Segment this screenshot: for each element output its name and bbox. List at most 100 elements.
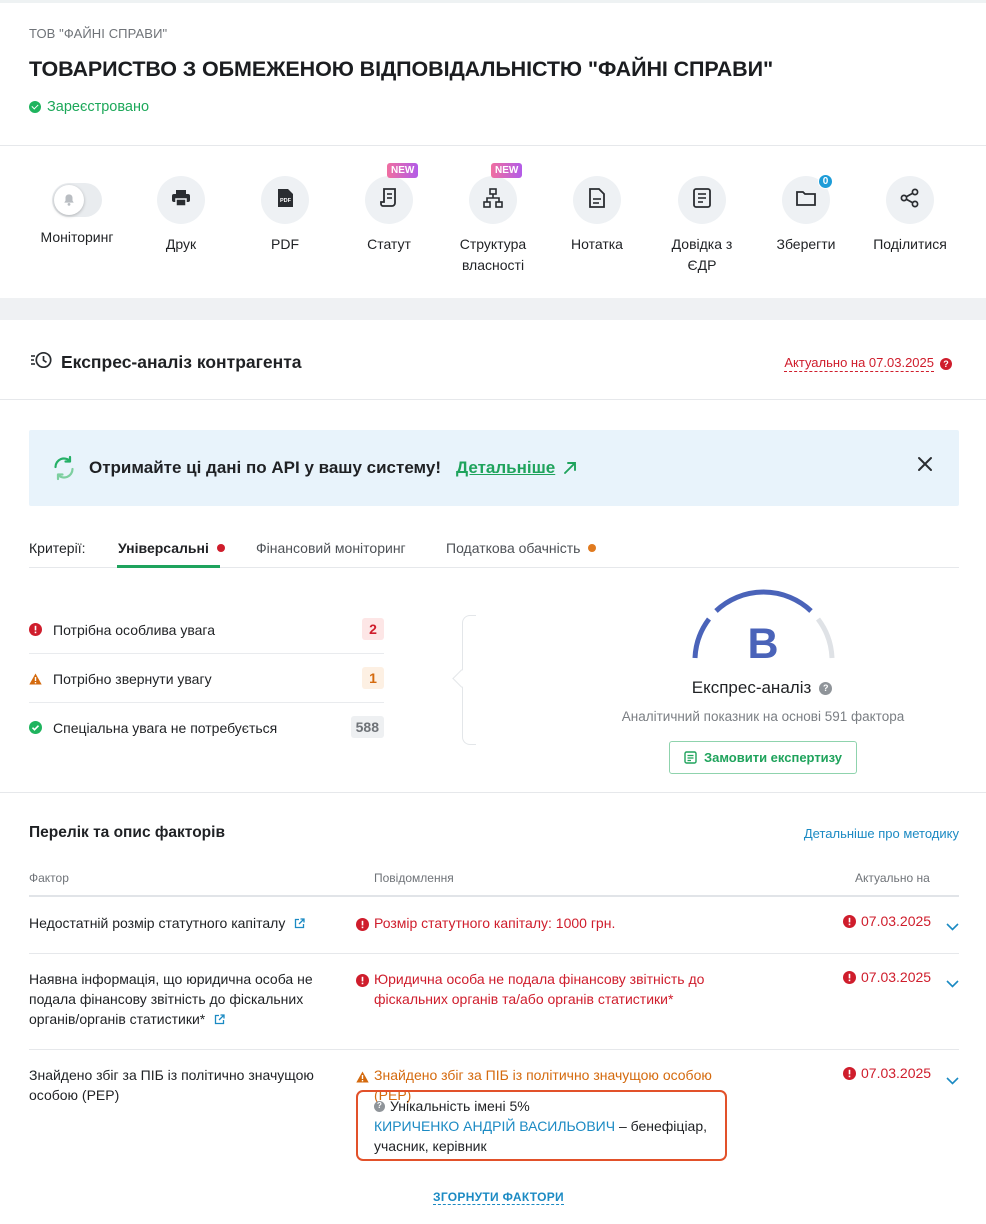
tab-label: Податкова обачність [446, 540, 581, 556]
action-label: Нотатка [571, 236, 623, 252]
column-header-factor: Фактор [29, 871, 69, 885]
criteria-label: Спеціальна увага не потребується [53, 719, 278, 736]
chevron-down-icon[interactable] [946, 975, 959, 993]
alert-circle-icon [843, 970, 856, 984]
criteria-row-green[interactable]: Спеціальна увага не потребується 588 [29, 703, 384, 752]
note-button[interactable]: Нотатка [537, 176, 657, 255]
statute-button[interactable]: NEW Статут [329, 163, 449, 255]
bell-icon [54, 185, 84, 215]
action-label: Статут [367, 236, 411, 252]
chevron-down-icon[interactable] [946, 1072, 959, 1090]
warning-triangle-icon [29, 672, 42, 685]
table-header-line [29, 895, 959, 897]
action-label: Моніторинг [40, 229, 114, 245]
external-link-icon[interactable] [214, 1010, 225, 1030]
criteria-label: Потрібно звернути увагу [53, 670, 212, 687]
alert-circle-icon [356, 972, 369, 1009]
new-badge: NEW [387, 163, 419, 178]
column-header-date: Актуально на [855, 871, 930, 885]
api-details-link[interactable]: Детальніше [456, 458, 577, 478]
edr-certificate-button[interactable]: Довідка з ЄДР [641, 176, 763, 276]
methodology-link[interactable]: Детальніше про методику [804, 826, 959, 841]
criteria-tabs: Критерії: Універсальні Фінансовий моніто… [29, 530, 959, 568]
factor-label: Недостатній розмір статутного капіталу [29, 915, 286, 931]
help-icon[interactable]: ? [374, 1100, 385, 1112]
action-label: PDF [271, 236, 299, 252]
criteria-count: 2 [362, 618, 384, 640]
tab-financial-monitoring[interactable]: Фінансовий моніторинг [256, 540, 406, 556]
express-analysis-header: Експрес-аналіз контрагента [30, 350, 302, 375]
monitoring-toggle[interactable]: Моніторинг [17, 176, 137, 248]
scroll-icon [380, 187, 398, 213]
factor-message: Розмір статутного капіталу: 1000 грн. [356, 913, 746, 936]
factor-label: Наявна інформація, що юридична особа не … [29, 971, 313, 1027]
express-analysis-label: Експрес-аналіз [691, 678, 812, 697]
close-icon[interactable] [917, 456, 933, 477]
row-divider [29, 953, 959, 954]
save-button[interactable]: 0 Зберегти [746, 174, 866, 255]
express-analysis-name: Експрес-аналіз ? [612, 678, 912, 698]
criteria-label: Потрібна особлива увага [53, 621, 215, 638]
pep-person-link[interactable]: КИРИЧЕНКО АНДРІЙ ВАСИЛЬОВИЧ [374, 1118, 615, 1134]
chevron-down-icon[interactable] [946, 918, 959, 936]
factor-date: 07.03.2025 [843, 913, 931, 929]
action-toolbar: Моніторинг Друк PDF PDF NEW Статут NEW С… [0, 146, 986, 298]
tab-label: Універсальні [118, 540, 209, 556]
alert-circle-icon [843, 1066, 856, 1080]
factor-message-text: Юридична особа не подала фінансову звітн… [374, 971, 705, 1007]
toggle-switch[interactable] [52, 183, 102, 217]
api-details-label[interactable]: Детальніше [456, 458, 555, 478]
check-circle-icon [29, 101, 41, 113]
status-text: Зареєстровано [47, 99, 150, 115]
alert-dot [216, 544, 225, 552]
arrow-up-right-icon [563, 461, 577, 475]
pdf-button[interactable]: PDF PDF [225, 176, 345, 255]
section-spacer [0, 298, 986, 320]
factor-date: 07.03.2025 [843, 969, 931, 985]
factor-name: Наявна інформація, що юридична особа не … [29, 969, 334, 1030]
action-label: Поділитися [873, 236, 947, 252]
factor-date-text: 07.03.2025 [861, 913, 932, 929]
criteria-label: Критерії: [29, 540, 86, 556]
status-badge: Зареєстровано [29, 99, 149, 115]
top-border [0, 0, 986, 3]
factor-date: 07.03.2025 [843, 1065, 931, 1081]
column-header-message: Повідомлення [374, 871, 454, 885]
help-icon[interactable]: ? [940, 357, 952, 370]
tab-label: Фінансовий моніторинг [256, 540, 406, 556]
actual-date-link[interactable]: Актуально на 07.03.2025 ? [784, 355, 952, 372]
company-short-name: ТОВ "ФАЙНІ СПРАВИ" [29, 26, 168, 41]
share-button[interactable]: Поділитися [850, 176, 970, 255]
print-button[interactable]: Друк [121, 176, 241, 255]
actual-date-text[interactable]: Актуально на 07.03.2025 [784, 355, 934, 372]
api-banner-text: Отримайте ці дані по API у вашу систему! [89, 458, 442, 477]
express-analysis-subtitle: Аналітичний показник на основі 591 факто… [621, 709, 905, 724]
order-expertise-button[interactable]: Замовити експертизу [669, 741, 857, 774]
page-title: ТОВАРИСТВО З ОБМЕЖЕНОЮ ВІДПОВІДАЛЬНІСТЮ … [29, 57, 774, 81]
factors-title: Перелік та опис факторів [29, 824, 225, 841]
help-icon[interactable]: ? [819, 681, 833, 695]
factor-date-text: 07.03.2025 [861, 969, 932, 985]
factor-name: Недостатній розмір статутного капіталу [29, 913, 334, 934]
criteria-count: 588 [350, 716, 384, 738]
tab-universal[interactable]: Універсальні [118, 540, 225, 556]
new-badge: NEW [491, 163, 523, 178]
active-tab-indicator [117, 565, 220, 568]
pdf-icon: PDF [276, 188, 294, 213]
tab-tax-diligence[interactable]: Податкова обачність [446, 540, 597, 556]
external-link-icon[interactable] [294, 914, 305, 934]
criteria-row-orange[interactable]: Потрібно звернути увагу 1 [29, 654, 384, 703]
bracket-decoration [462, 615, 476, 745]
uniqueness-text: Унікальність імені 5% [390, 1098, 530, 1114]
criteria-row-red[interactable]: Потрібна особлива увага 2 [29, 605, 384, 654]
ownership-structure-button[interactable]: NEW Структура власності [433, 163, 553, 276]
collapse-factors-link[interactable]: ЗГОРНУТИ ФАКТОРИ [433, 1190, 564, 1205]
grade-letter: B [747, 620, 779, 668]
action-label: Довідка з ЄДР [671, 236, 733, 273]
pep-match-box: ? Унікальність імені 5% КИРИЧЕНКО АНДРІЙ… [356, 1090, 727, 1161]
factor-name: Знайдено збіг за ПІБ із політично значущ… [29, 1065, 334, 1105]
alert-circle-icon [29, 623, 42, 636]
check-circle-icon [29, 721, 42, 734]
note-icon [589, 187, 605, 213]
action-label: Друк [165, 236, 197, 252]
